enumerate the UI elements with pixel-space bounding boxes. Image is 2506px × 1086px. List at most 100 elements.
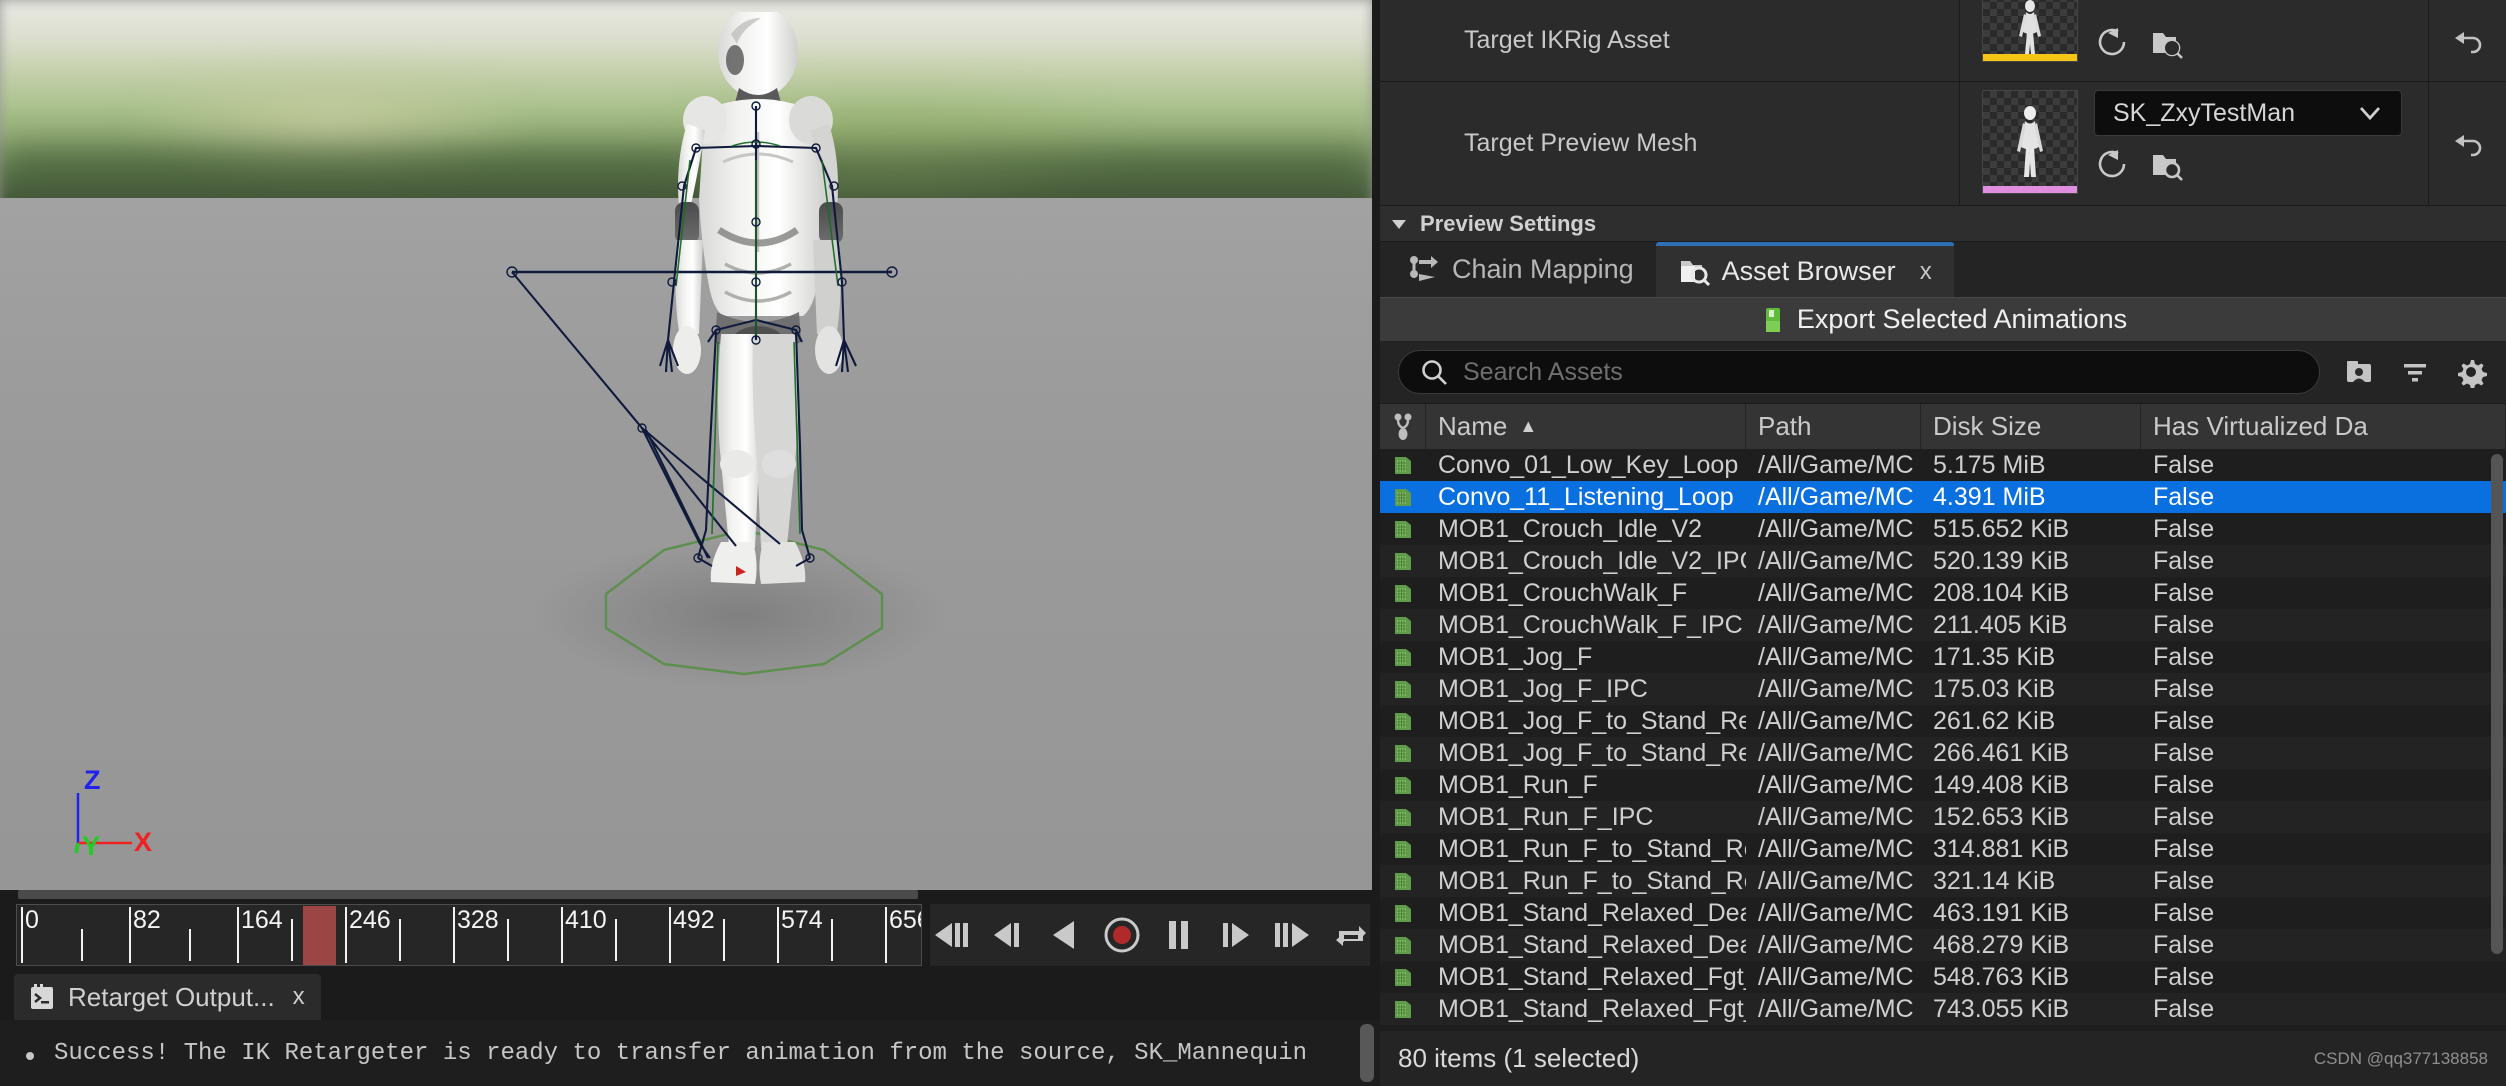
table-row[interactable]: MOB1_Jog_F/All/Game/MC 171.35 KiB False [1380, 641, 2506, 673]
column-header-label: Disk Size [1933, 411, 2042, 441]
asset-name-cell: MOB1_Jog_F_to_Stand_Re [1438, 706, 1746, 735]
table-header-row: Name ▲ Path Disk Size Has Virtualized Da [1380, 404, 2506, 449]
skeleton-thumbnail[interactable] [1982, 0, 2078, 62]
find-in-content-browser-icon[interactable] [2148, 24, 2184, 60]
tab-chain-mapping[interactable]: Chain Mapping [1386, 242, 1656, 297]
pause-button[interactable] [1159, 914, 1198, 956]
sort-ascending-icon: ▲ [1519, 416, 1538, 436]
asset-table[interactable]: Name ▲ Path Disk Size Has Virtualized Da… [1380, 403, 2506, 1030]
timeline-major-tick [669, 907, 671, 963]
asset-disk-size-cell: 171.35 KiB [1933, 642, 2056, 671]
viewport-3d[interactable]: Z X Y [0, 0, 1372, 890]
output-log-icon [31, 984, 53, 1009]
loop-button[interactable] [1331, 914, 1370, 956]
record-button[interactable] [1102, 914, 1141, 956]
asset-disk-size-cell: 211.405 KiB [1933, 610, 2068, 639]
axis-label-x: X [134, 827, 152, 855]
search-icon [1422, 360, 1447, 385]
preview-settings-section-header[interactable]: Preview Settings [1380, 206, 2506, 242]
table-row[interactable]: MOB1_Run_F_to_Stand_Re/All/Game/MC 321.14… [1380, 865, 2506, 897]
saved-searches-icon[interactable] [2342, 355, 2376, 389]
search-input[interactable] [1463, 357, 2299, 387]
asset-virtualized-cell: False [2153, 962, 2215, 991]
asset-virtualized-cell: False [2153, 706, 2215, 735]
export-animation-icon [1765, 307, 1780, 332]
asset-type-column-icon [1394, 413, 1411, 440]
asset-browser-icon [1680, 260, 1710, 286]
property-value: SK_ZxyTestMan [1960, 82, 2428, 205]
table-row[interactable]: MOB1_Crouch_Idle_V2_IPC/All/Game/MC 520.1… [1380, 545, 2506, 577]
asset-virtualized-cell: False [2153, 738, 2215, 767]
close-icon[interactable]: x [293, 983, 305, 1011]
tab-asset-browser[interactable]: Asset Browser x [1655, 242, 1954, 297]
browse-to-asset-icon[interactable] [2094, 24, 2130, 60]
find-in-content-browser-icon[interactable] [2148, 146, 2184, 182]
column-header-asset-icon[interactable] [1380, 404, 1426, 449]
table-vertical-scrollbar[interactable] [2491, 454, 2503, 954]
timeline-tick-label: 492 [673, 906, 715, 934]
asset-disk-size-cell: 266.461 KiB [1933, 738, 2070, 767]
revert-property-button-preview-mesh[interactable] [2428, 82, 2506, 205]
column-header-name[interactable]: Name ▲ [1426, 404, 1746, 449]
asset-virtualized-cell: False [2153, 674, 2215, 703]
column-header-path[interactable]: Path [1746, 404, 1921, 449]
play-reverse-button[interactable] [1045, 914, 1084, 956]
table-row[interactable]: MOB1_Stand_Relaxed_Fgt_ /All/Game/MC 548.7… [1380, 961, 2506, 993]
timeline-tick-label: 164 [241, 906, 283, 934]
timeline-minor-tick [831, 919, 833, 961]
timeline-horizontal-scrollbar[interactable] [18, 890, 918, 899]
tab-retarget-output-log[interactable]: Retarget Output... x [14, 974, 321, 1020]
column-header-has-virtualized-data[interactable]: Has Virtualized Da [2141, 404, 2506, 449]
animation-asset-icon [1380, 645, 1426, 669]
revert-property-button-ikrig[interactable] [2428, 0, 2506, 81]
timeline-tick-label: 328 [457, 906, 499, 934]
table-row[interactable]: MOB1_Run_F/All/Game/MC 149.408 KiB False [1380, 769, 2506, 801]
table-row[interactable]: MOB1_Jog_F_IPC/All/Game/MC 175.03 KiB Fals… [1380, 673, 2506, 705]
table-row[interactable]: MOB1_Jog_F_to_Stand_Re/All/Game/MC 266.46… [1380, 737, 2506, 769]
table-row[interactable]: Convo_01_Low_Key_Loop/All/Game/MC 5.175 M… [1380, 449, 2506, 481]
asset-name-cell: MOB1_Stand_Relaxed_Dea [1438, 930, 1746, 959]
table-row[interactable]: MOB1_Crouch_Idle_V2/All/Game/MC 515.652 K… [1380, 513, 2506, 545]
browse-to-asset-icon[interactable] [2094, 146, 2130, 182]
settings-gear-icon[interactable] [2454, 355, 2488, 389]
table-row[interactable]: MOB1_CrouchWalk_F/All/Game/MC 208.104 KiB… [1380, 577, 2506, 609]
search-field[interactable] [1398, 350, 2320, 394]
timeline-tick-label: 410 [565, 906, 607, 934]
section-title: Preview Settings [1420, 210, 1597, 236]
timeline-playhead[interactable] [303, 906, 336, 965]
jump-to-start-button[interactable] [930, 914, 970, 956]
filter-icon[interactable] [2398, 355, 2432, 389]
table-row[interactable]: Convo_11_Listening_Loop/All/Game/MC 4.391… [1380, 481, 2506, 513]
close-icon[interactable]: x [1920, 258, 1932, 286]
animation-asset-icon [1380, 997, 1426, 1021]
export-selected-animations-button[interactable]: Export Selected Animations [1380, 297, 2506, 341]
target-preview-mesh-combobox[interactable]: SK_ZxyTestMan [2094, 90, 2402, 136]
step-forward-button[interactable] [1216, 914, 1255, 956]
timeline-major-tick [561, 907, 563, 963]
tab-label: Asset Browser [1721, 256, 1896, 286]
log-vertical-scrollbar[interactable] [1360, 1024, 1374, 1082]
asset-path-cell: /All/Game/MC [1758, 770, 1914, 799]
table-row[interactable]: MOB1_Stand_Relaxed_Dea/All/Game/MC 463.19… [1380, 897, 2506, 929]
jump-to-end-button[interactable] [1273, 914, 1313, 956]
details-panel: Target IKRig Asset Target Preview Mesh S… [1380, 0, 2506, 1086]
table-row[interactable]: MOB1_Run_F_to_Stand_Re/All/Game/MC 314.88… [1380, 833, 2506, 865]
table-row[interactable]: MOB1_Jog_F_to_Stand_Re/All/Game/MC 261.62… [1380, 705, 2506, 737]
timeline-major-tick [129, 907, 131, 963]
skeletal-mesh-thumbnail[interactable] [1982, 90, 2078, 194]
table-row[interactable]: MOB1_Stand_Relaxed_Dea/All/Game/MC 468.27… [1380, 929, 2506, 961]
asset-disk-size-cell: 468.279 KiB [1933, 930, 2070, 959]
asset-virtualized-cell: False [2153, 866, 2215, 895]
revert-arrow-icon [2454, 31, 2481, 53]
timeline-tick-label: 656 [889, 906, 921, 934]
asset-name-cell: MOB1_Jog_F [1438, 642, 1593, 671]
property-label: Target IKRig Asset [1380, 0, 1960, 81]
column-header-disk-size[interactable]: Disk Size [1921, 404, 2141, 449]
table-row[interactable]: MOB1_Stand_Relaxed_Fgt_ /All/Game/MC 743.0… [1380, 993, 2506, 1025]
triangle-down-icon [1392, 219, 1406, 229]
timeline-ruler[interactable]: 0 82 164 246 328 410 492 574 656 [16, 904, 922, 966]
log-body[interactable]: Success! The IK Retargeter is ready to t… [0, 1020, 1380, 1086]
table-row[interactable]: MOB1_CrouchWalk_F_IPC/All/Game/MC 211.405… [1380, 609, 2506, 641]
table-row[interactable]: MOB1_Run_F_IPC/All/Game/MC 152.653 KiB Fal… [1380, 801, 2506, 833]
step-back-button[interactable] [988, 914, 1027, 956]
